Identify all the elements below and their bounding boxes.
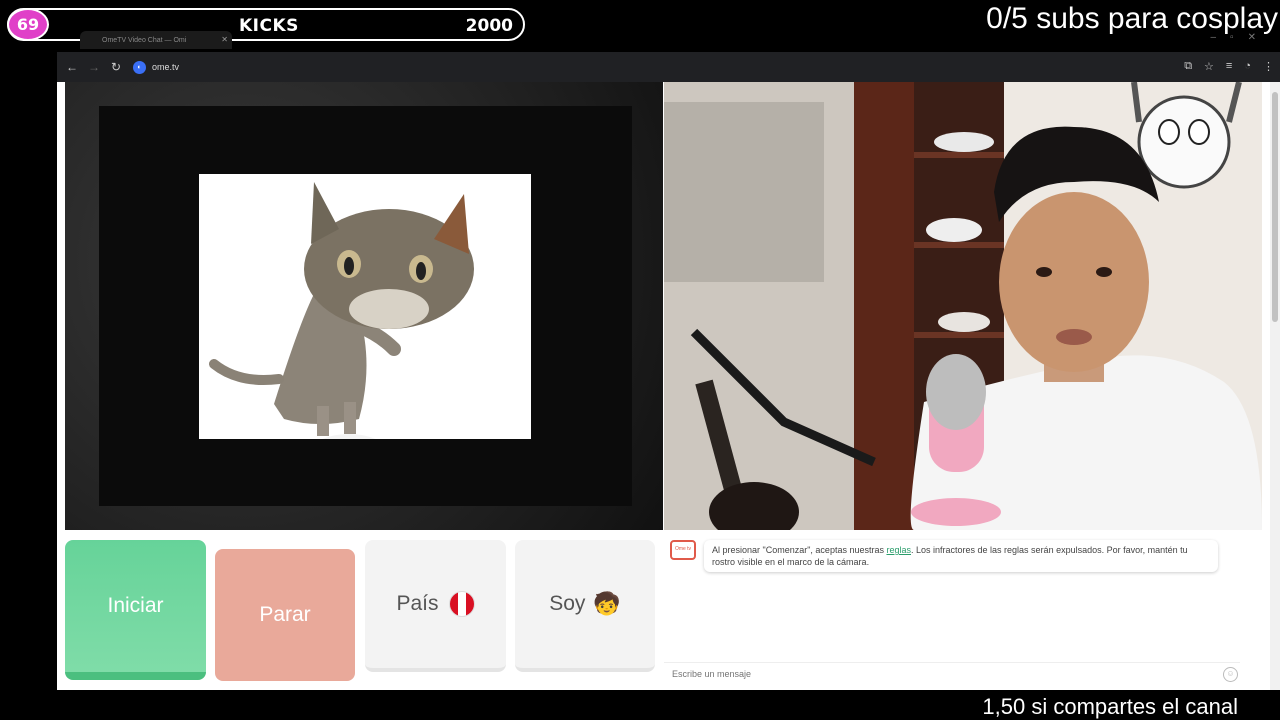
- ometv-logo-icon: Ome tv: [670, 540, 696, 560]
- address-bar[interactable]: ◐ ome.tv: [133, 60, 180, 74]
- start-button[interactable]: Iniciar: [65, 540, 206, 680]
- system-message: Al presionar "Comenzar", aceptas nuestra…: [704, 540, 1218, 572]
- close-icon[interactable]: ✕: [221, 35, 228, 44]
- window-controls[interactable]: –▫✕: [1211, 32, 1271, 43]
- forward-icon[interactable]: →: [83, 60, 105, 74]
- reload-icon[interactable]: ↻: [105, 60, 127, 74]
- boy-icon: 🧒: [593, 591, 621, 616]
- peru-flag-icon: [448, 591, 475, 617]
- cat-illustration: [199, 174, 531, 439]
- toolbar-actions: ⧉ ☆ ≡ ◔ ⋮: [1184, 60, 1274, 73]
- site-icon: ◐: [133, 60, 146, 74]
- country-label: País: [396, 592, 439, 615]
- local-video: [65, 82, 663, 530]
- scrollbar-thumb[interactable]: [1272, 92, 1278, 322]
- rules-link[interactable]: reglas: [886, 545, 911, 555]
- page-scrollbar[interactable]: [1270, 82, 1280, 690]
- back-icon[interactable]: ←: [61, 60, 83, 74]
- extension-icon[interactable]: ◔: [1244, 60, 1251, 73]
- chat-input-row: ☺: [664, 662, 1240, 685]
- browser-tab[interactable]: OmeTV Video Chat — Omi ✕: [80, 31, 232, 49]
- kick-badge: 69: [7, 8, 49, 41]
- local-video-inner: [99, 106, 632, 506]
- chat-panel: Ome tv Al presionar "Comenzar", aceptas …: [664, 534, 1262, 684]
- cat-image: [199, 174, 531, 439]
- stop-label: Parar: [259, 603, 311, 626]
- menu-icon[interactable]: ≡: [1226, 60, 1232, 73]
- message-text-before: Al presionar "Comenzar", aceptas nuestra…: [712, 545, 887, 555]
- gender-label: Soy: [549, 592, 586, 615]
- chat-message-input[interactable]: [670, 668, 1214, 680]
- more-icon[interactable]: ⋮: [1263, 60, 1274, 73]
- gender-button[interactable]: Soy 🧒: [515, 540, 655, 672]
- country-button[interactable]: País: [365, 540, 506, 672]
- browser-toolbar: ← → ↻ ◐ ome.tv ⧉ ☆ ≡ ◔ ⋮: [57, 52, 1280, 82]
- url-text: ome.tv: [152, 62, 180, 72]
- share-channel-text: 1,50 si compartes el canal: [982, 694, 1238, 719]
- tab-title: OmeTV Video Chat — Omi: [102, 36, 187, 44]
- install-icon[interactable]: ⧉: [1184, 60, 1192, 73]
- remote-video-scene: [664, 82, 1262, 530]
- tab-strip: OmeTV Video Chat — Omi ✕ –▫✕: [58, 30, 1280, 50]
- emoji-icon[interactable]: ☺: [1223, 667, 1238, 682]
- start-label: Iniciar: [107, 594, 164, 617]
- stop-button[interactable]: Parar: [215, 549, 355, 681]
- page-content: Iniciar Parar País Soy 🧒 Ome tv Al presi…: [57, 82, 1280, 690]
- remote-video: [664, 82, 1262, 530]
- browser-window: ← → ↻ ◐ ome.tv ⧉ ☆ ≡ ◔ ⋮ Iniciar Parar P…: [57, 52, 1280, 690]
- bookmark-star-icon[interactable]: ☆: [1204, 60, 1214, 73]
